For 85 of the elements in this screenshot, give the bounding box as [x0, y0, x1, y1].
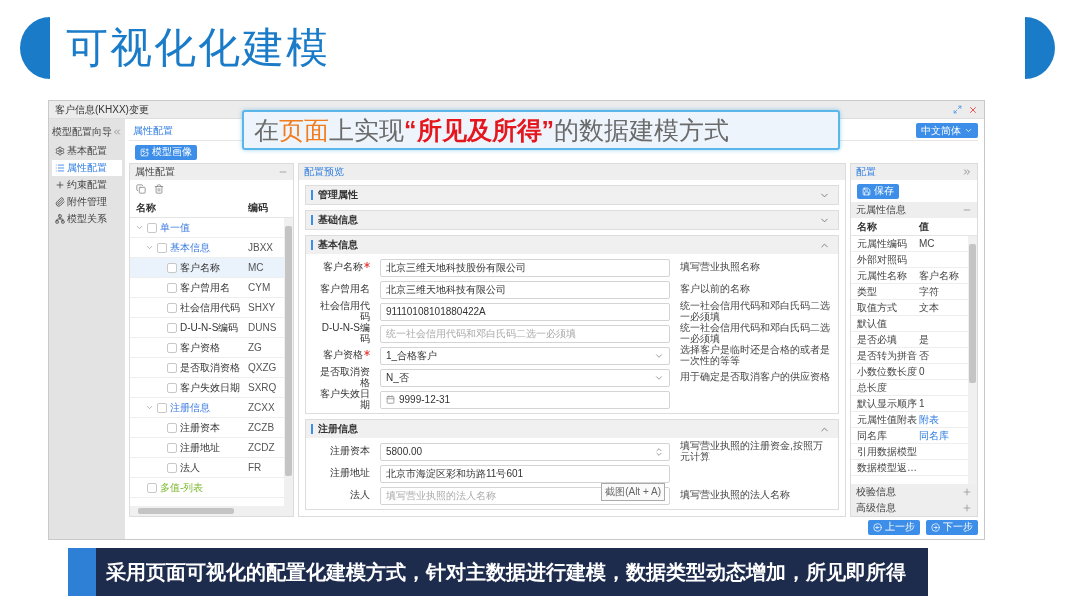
property-name: 默认值 — [857, 316, 888, 331]
tree-code: ZG — [248, 342, 263, 353]
tree-code: DUNS — [248, 322, 278, 333]
tree-label: 客户资格 — [180, 340, 220, 355]
property-name: 外部对照码 — [857, 252, 908, 267]
tree-code: ZCZB — [248, 422, 276, 433]
tree-label: 社会信用代码 — [180, 300, 240, 315]
field-label: 社会信用代码 — [319, 301, 370, 322]
property-name: 数据模型返… — [857, 460, 918, 475]
tree-code: CYM — [248, 282, 272, 293]
field-label: 客户资格 — [323, 350, 363, 361]
tree-code: SHXY — [248, 302, 277, 313]
window-title: 客户信息(KHXX)变更 — [55, 102, 149, 117]
tree-label: 基本信息 — [170, 240, 210, 255]
tree-label: 客户曾用名 — [180, 280, 230, 295]
property-name: 同名库 — [857, 428, 888, 443]
tree-code: SXRQ — [248, 382, 278, 393]
section-title: 元属性信息 — [856, 203, 906, 217]
field-hint: 统一社会信用代码和邓白氏码二选一必须填 — [680, 301, 830, 322]
property-value: 否 — [919, 348, 930, 363]
field-label: 法人 — [350, 490, 370, 501]
field-hint: 客户以前的名称 — [680, 284, 751, 295]
property-name: 元属性名称 — [857, 268, 908, 283]
column-header: 名称 — [857, 219, 878, 234]
tree-label: 注册信息 — [170, 400, 210, 415]
callout: 在页面上实现“所见及所得”的数据建模方式 — [242, 110, 840, 150]
property-name: 引用数据模型 — [857, 444, 918, 459]
field-hint: 用于确定是否取消客户的供应资格 — [680, 372, 830, 383]
property-name: 默认显示顺序 — [857, 396, 918, 411]
field-label: 客户名称 — [323, 262, 363, 273]
property-name: 小数位数长度 — [857, 364, 918, 379]
property-name: 取值方式 — [857, 300, 898, 315]
column-header: 编码 — [248, 200, 269, 215]
tree-code: MC — [248, 262, 265, 273]
property-value: 客户名称 — [919, 268, 960, 283]
tree-code: ZCXX — [248, 402, 276, 413]
panel-title: 属性配置 — [135, 165, 175, 179]
property-value: 字符 — [919, 284, 940, 299]
field-hint: 填写营业执照名称 — [680, 262, 761, 273]
section-title: 基本信息 — [311, 240, 358, 250]
field-label: D-U-N-S编码 — [320, 323, 370, 344]
tree-label: 注册资本 — [180, 420, 220, 435]
tree-label: 单一值 — [160, 220, 190, 235]
property-value: 文本 — [919, 300, 940, 315]
property-value: 0 — [919, 366, 926, 377]
section-title: 注册信息 — [311, 424, 358, 434]
field-label: 注册资本 — [330, 446, 370, 457]
field-hint: 填写营业执照的注册资金,按照万元计算 — [680, 441, 824, 462]
property-value: MC — [919, 238, 936, 249]
property-name: 元属性编码 — [857, 236, 908, 251]
field-label: 注册地址 — [330, 468, 370, 479]
section-title: 基础信息 — [311, 215, 358, 225]
field-label: 客户失效日期 — [319, 389, 370, 410]
panel-title: 配置预览 — [304, 165, 344, 179]
tree-code: JBXX — [248, 242, 274, 253]
tree-code: QXZG — [248, 362, 278, 373]
panel-title: 配置 — [856, 165, 876, 179]
field-hint: 选择客户是临时还是合格的或者是一次性的等等 — [680, 345, 830, 366]
tree-label: 是否取消资格 — [180, 360, 240, 375]
tree-code: ZCDZ — [248, 442, 276, 453]
property-value: 1 — [919, 398, 926, 409]
property-name: 总长度 — [857, 380, 888, 395]
tree-label: 客户名称 — [180, 260, 220, 275]
tree-label: 法人 — [180, 460, 200, 475]
property-name: 是否转为拼音 — [857, 348, 918, 363]
banner-text: 采用页面可视化的配置化建模方式，针对主数据进行建模，数据类型动态增加，所见即所得 — [105, 559, 906, 585]
field-hint: 填写营业执照的法人名称 — [680, 490, 791, 501]
sidebar-title: 模型配置向导 — [52, 125, 112, 139]
tree-code: FR — [248, 462, 263, 473]
property-value: 是 — [919, 332, 930, 347]
tooltip: 截图(Alt + A) — [601, 482, 665, 501]
field-label: 是否取消资格 — [319, 367, 370, 388]
tree-label: 多值-列表 — [160, 480, 204, 495]
tree-label: D-U-N-S编码 — [180, 320, 239, 335]
column-header: 值 — [919, 219, 930, 234]
field-hint: 统一社会信用代码和邓白氏码二选一必须填 — [680, 323, 830, 344]
property-name: 是否必填 — [857, 332, 898, 347]
property-name: 类型 — [857, 284, 878, 299]
property-name: 元属性值附表 — [857, 412, 918, 427]
column-header: 名称 — [136, 200, 157, 215]
slide-title: 可视化化建模 — [66, 23, 331, 73]
tree-label: 客户失效日期 — [180, 380, 240, 395]
tree-label: 注册地址 — [180, 440, 220, 455]
section-title: 管理属性 — [311, 190, 358, 200]
field-label: 客户曾用名 — [320, 284, 370, 295]
